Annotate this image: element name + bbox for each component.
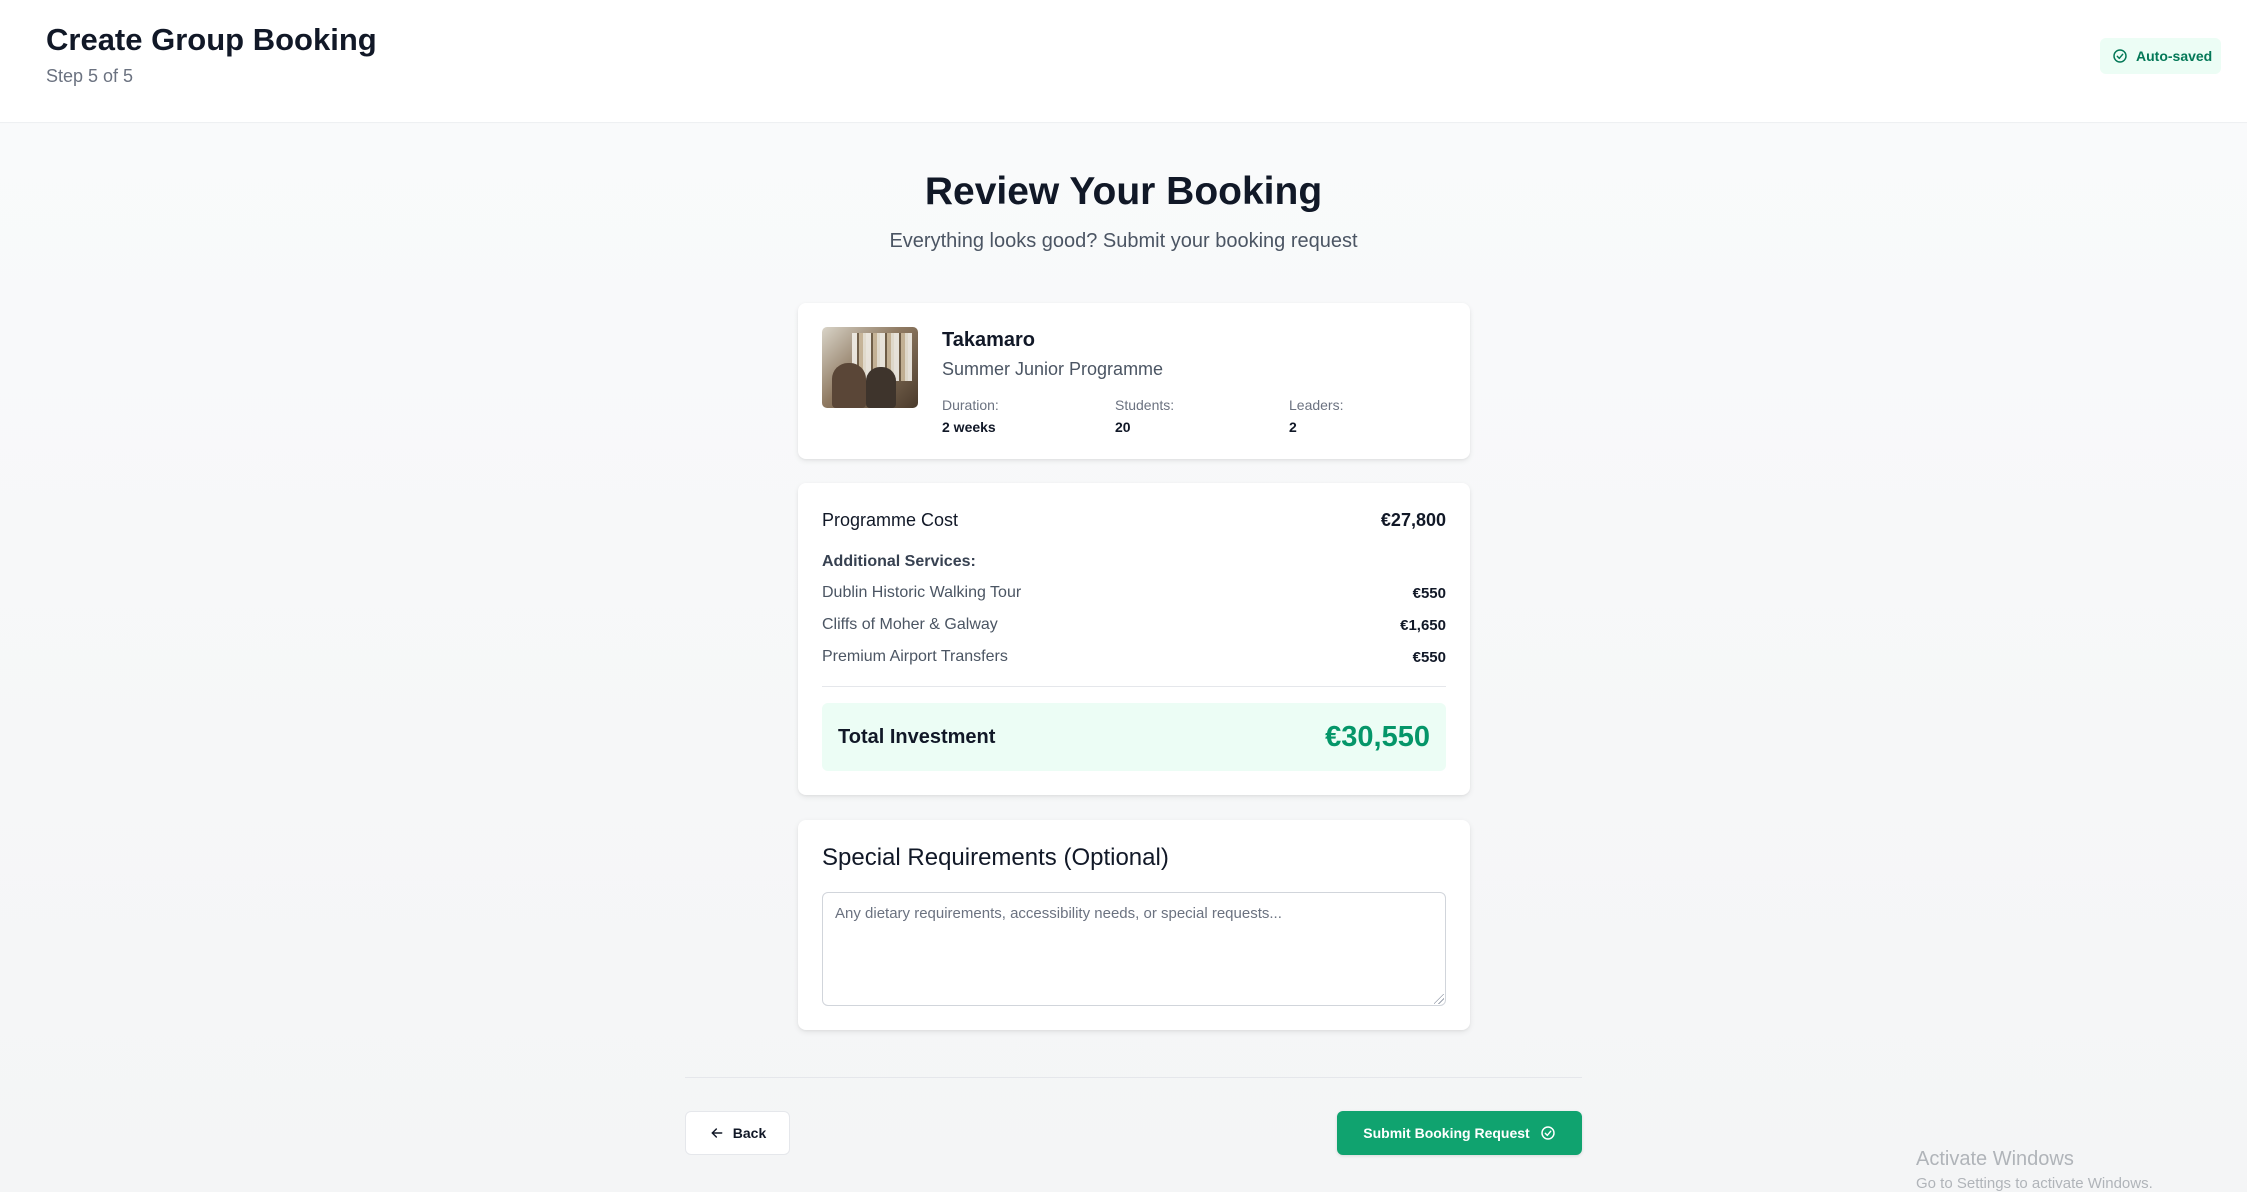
- stat-label: Duration:: [942, 397, 999, 413]
- submit-booking-button[interactable]: Submit Booking Request: [1337, 1111, 1582, 1155]
- arrow-left-icon: [709, 1125, 725, 1141]
- total-investment-box: Total Investment €30,550: [822, 703, 1446, 771]
- resize-handle-icon[interactable]: [1434, 994, 1444, 1004]
- service-row: Dublin Historic Walking Tour €550: [822, 584, 1446, 602]
- special-requirements-card: Special Requirements (Optional): [798, 820, 1470, 1030]
- page-title: Create Group Booking: [46, 22, 377, 57]
- back-button[interactable]: Back: [685, 1111, 790, 1155]
- cost-breakdown-card: Programme Cost €27,800 Additional Servic…: [798, 483, 1470, 795]
- activate-windows-watermark: Activate Windows Go to Settings to activ…: [1916, 1148, 2153, 1192]
- service-row: Cliffs of Moher & Galway €1,650: [822, 616, 1446, 634]
- programme-cost-amount: €27,800: [1380, 510, 1446, 530]
- stat-label: Leaders:: [1289, 397, 1344, 413]
- service-name: Dublin Historic Walking Tour: [822, 584, 1022, 601]
- watermark-title: Activate Windows: [1916, 1148, 2074, 1170]
- stat-students: Students: 20: [1115, 397, 1174, 435]
- programme-cost-row: Programme Cost €27,800: [822, 510, 1446, 531]
- additional-services-heading: Additional Services:: [822, 553, 976, 570]
- service-amount: €550: [1412, 584, 1446, 602]
- stat-leaders: Leaders: 2: [1289, 397, 1343, 435]
- programme-cost-label: Programme Cost: [822, 510, 959, 530]
- programme-image: [822, 327, 918, 408]
- total-label: Total Investment: [838, 725, 996, 748]
- service-name: Cliffs of Moher & Galway: [822, 616, 998, 633]
- special-requirements-input[interactable]: [822, 892, 1446, 1006]
- stat-label: Students:: [1115, 397, 1175, 413]
- review-subtitle: Everything looks good? Submit your booki…: [889, 230, 1358, 252]
- autosave-label: Auto-saved: [2136, 48, 2213, 64]
- check-circle-icon: [1540, 1125, 1556, 1141]
- special-requirements-title: Special Requirements (Optional): [822, 844, 1169, 871]
- programme-summary-card: Takamaro Summer Junior Programme Duratio…: [798, 303, 1470, 459]
- submit-button-label: Submit Booking Request: [1363, 1125, 1530, 1141]
- stat-value: 2 weeks: [942, 419, 996, 435]
- watermark-subtitle: Go to Settings to activate Windows.: [1916, 1175, 2153, 1192]
- total-amount: €30,550: [1325, 720, 1430, 753]
- stat-value: 2: [1289, 419, 1297, 435]
- step-indicator: Step 5 of 5: [46, 66, 134, 86]
- stat-value: 20: [1115, 419, 1131, 435]
- service-name: Premium Airport Transfers: [822, 648, 1008, 665]
- service-row: Premium Airport Transfers €550: [822, 648, 1446, 666]
- divider: [822, 686, 1446, 687]
- service-amount: €550: [1412, 648, 1446, 666]
- check-circle-icon: [2112, 48, 2128, 64]
- back-button-label: Back: [732, 1125, 767, 1141]
- review-title: Review Your Booking: [924, 170, 1323, 213]
- programme-name: Takamaro: [942, 329, 1036, 351]
- stat-duration: Duration: 2 weeks: [942, 397, 999, 435]
- footer-divider: [685, 1077, 1582, 1078]
- programme-type: Summer Junior Programme: [942, 359, 1164, 379]
- autosave-badge: Auto-saved: [2100, 38, 2221, 74]
- service-amount: €1,650: [1400, 616, 1446, 634]
- page-header: Create Group Booking Step 5 of 5 Auto-sa…: [0, 0, 2247, 123]
